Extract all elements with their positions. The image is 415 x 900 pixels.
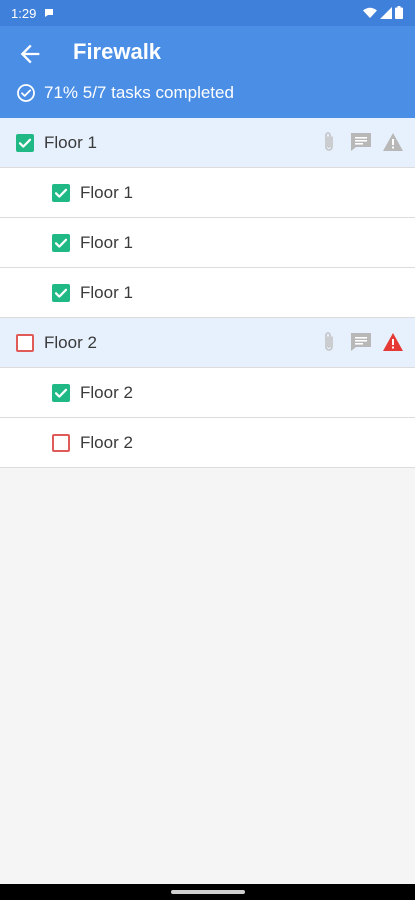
warning-button[interactable] bbox=[381, 130, 405, 154]
task-checkbox[interactable] bbox=[52, 183, 70, 202]
task-checkbox[interactable] bbox=[52, 233, 70, 252]
home-gesture-handle[interactable] bbox=[171, 890, 245, 894]
comment-button[interactable] bbox=[349, 330, 373, 354]
task-row[interactable]: Floor 1 bbox=[0, 218, 415, 268]
task-checkbox[interactable] bbox=[52, 433, 70, 452]
group-row-floor-2[interactable]: Floor 2 bbox=[0, 318, 415, 368]
wifi-icon bbox=[363, 7, 377, 18]
back-button[interactable] bbox=[16, 40, 44, 68]
task-row[interactable]: Floor 2 bbox=[0, 418, 415, 468]
task-checkbox[interactable] bbox=[52, 283, 70, 302]
checkmark-icon bbox=[54, 188, 68, 198]
warning-icon bbox=[383, 333, 403, 351]
group-checkbox[interactable] bbox=[16, 333, 34, 352]
checkmark-icon bbox=[18, 138, 32, 148]
notification-icon bbox=[45, 9, 54, 17]
task-label: Floor 1 bbox=[80, 232, 133, 252]
arrow-left-icon bbox=[20, 44, 40, 64]
comment-icon bbox=[351, 333, 371, 351]
status-time: 1:29 bbox=[11, 5, 37, 21]
group-actions bbox=[317, 330, 405, 354]
warning-icon bbox=[383, 133, 403, 151]
task-label: Floor 2 bbox=[80, 432, 133, 452]
task-label: Floor 2 bbox=[80, 382, 133, 402]
comment-button[interactable] bbox=[349, 130, 373, 154]
attach-button[interactable] bbox=[317, 130, 341, 154]
checkmark-icon bbox=[54, 288, 68, 298]
group-row-floor-1[interactable]: Floor 1 bbox=[0, 118, 415, 168]
task-label: Floor 1 bbox=[80, 182, 133, 202]
status-indicators bbox=[363, 6, 403, 19]
task-row[interactable]: Floor 1 bbox=[0, 268, 415, 318]
check-circle-icon bbox=[17, 84, 35, 102]
group-label: Floor 1 bbox=[44, 132, 97, 152]
app-bar: Firewalk 71% 5/7 tasks completed bbox=[0, 26, 415, 118]
signal-icon bbox=[380, 6, 392, 19]
group-label: Floor 2 bbox=[44, 332, 97, 352]
warning-button[interactable] bbox=[381, 330, 405, 354]
page-title: Firewalk bbox=[73, 39, 162, 64]
task-label: Floor 1 bbox=[80, 282, 133, 302]
task-checkbox[interactable] bbox=[52, 383, 70, 402]
group-checkbox[interactable] bbox=[16, 133, 34, 152]
task-list: Floor 1 Floor 1 Floor 1 Floor 1 Floor 2 … bbox=[0, 118, 415, 468]
paperclip-icon bbox=[325, 132, 333, 151]
comment-icon bbox=[351, 133, 371, 151]
battery-icon bbox=[395, 6, 403, 19]
checkmark-icon bbox=[54, 238, 68, 248]
group-actions bbox=[317, 130, 405, 154]
progress-summary: 71% 5/7 tasks completed bbox=[16, 83, 234, 103]
task-row[interactable]: Floor 1 bbox=[0, 168, 415, 218]
system-nav-bar bbox=[0, 884, 415, 900]
attach-button[interactable] bbox=[317, 330, 341, 354]
task-row[interactable]: Floor 2 bbox=[0, 368, 415, 418]
progress-text: 71% 5/7 tasks completed bbox=[44, 83, 234, 102]
paperclip-icon bbox=[325, 332, 333, 351]
status-bar: 1:29 bbox=[0, 0, 415, 26]
checkmark-icon bbox=[54, 388, 68, 398]
